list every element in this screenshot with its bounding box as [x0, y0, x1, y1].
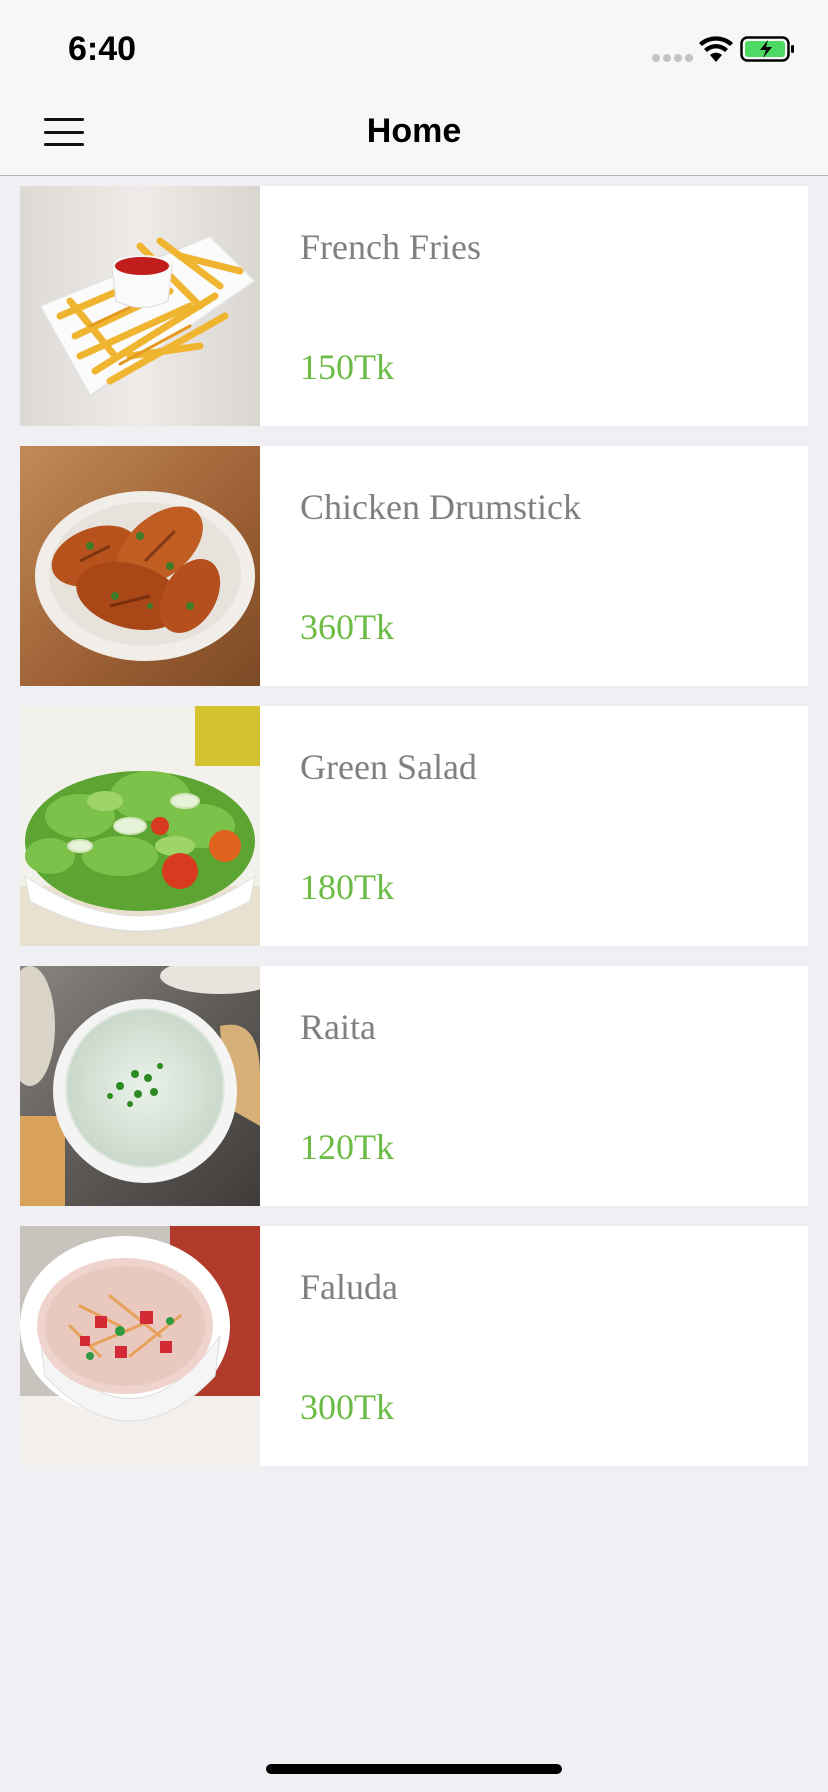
navigation-bar: Home [0, 88, 828, 176]
food-name: Raita [300, 1007, 376, 1047]
page-title: Home [366, 112, 462, 150]
food-item-chicken-drumstick[interactable]: Chicken Drumstick 360Tk [20, 446, 808, 686]
status-time: 6:40 [68, 30, 137, 68]
food-name: Faluda [300, 1267, 398, 1307]
food-item-french-fries[interactable]: French Fries 150Tk [20, 186, 808, 426]
food-item-green-salad[interactable]: Green Salad 180Tk [20, 706, 808, 946]
home-indicator[interactable] [266, 1764, 562, 1774]
french-fries-image [20, 186, 260, 426]
chicken-drumstick-image [20, 446, 260, 686]
cellular-signal-icon [652, 54, 693, 62]
wifi-icon [699, 36, 733, 62]
green-salad-image [20, 706, 260, 946]
raita-image [20, 966, 260, 1206]
food-name: Green Salad [300, 747, 477, 787]
food-price: 300Tk [300, 1387, 394, 1427]
food-price: 150Tk [300, 347, 394, 387]
food-name: French Fries [300, 227, 481, 267]
status-bar: 6:40 [0, 0, 828, 88]
food-name: Chicken Drumstick [300, 487, 581, 527]
food-item-faluda[interactable]: Faluda 300Tk [20, 1226, 808, 1466]
food-list: French Fries 150Tk Chicken Drumstick 360… [20, 186, 808, 1486]
food-price: 180Tk [300, 867, 394, 907]
food-price: 120Tk [300, 1127, 394, 1167]
faluda-image [20, 1226, 260, 1466]
food-item-raita[interactable]: Raita 120Tk [20, 966, 808, 1206]
food-price: 360Tk [300, 607, 394, 647]
battery-charging-icon [740, 36, 794, 62]
